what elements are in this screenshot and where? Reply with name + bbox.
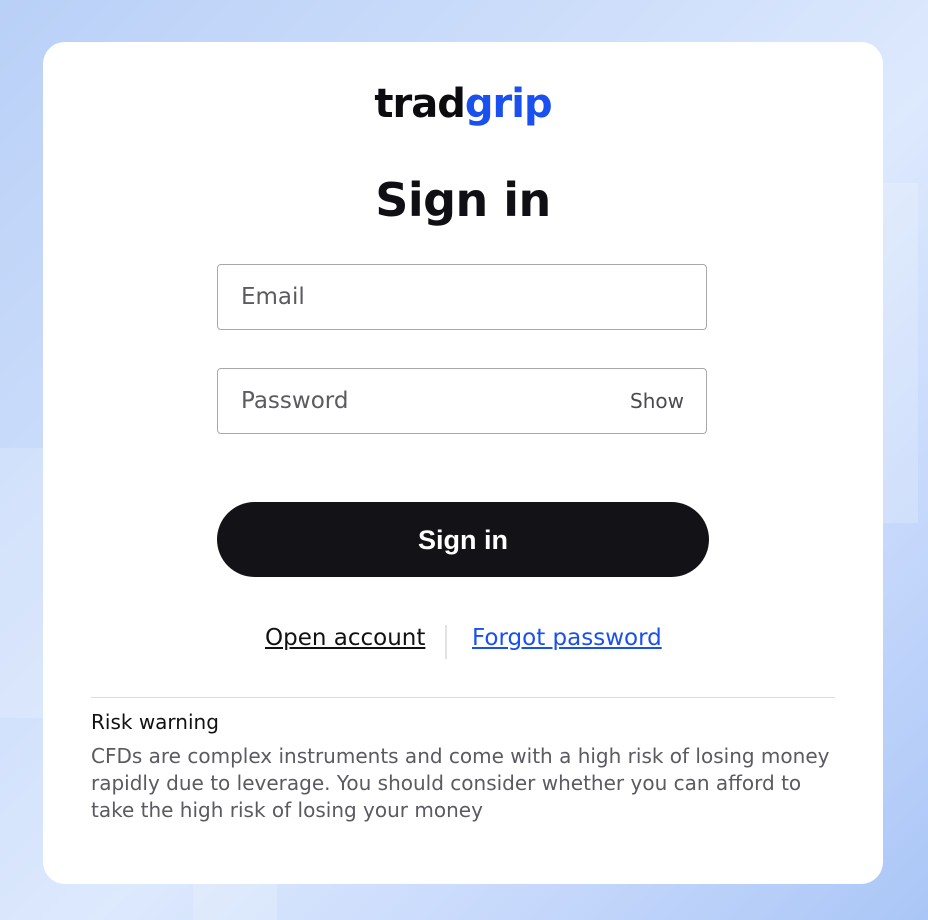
links-divider xyxy=(445,625,447,659)
email-input[interactable] xyxy=(241,265,601,329)
password-field[interactable]: Show xyxy=(217,368,707,434)
background-decoration xyxy=(193,884,277,920)
tradgrip-logo: tradgrip xyxy=(43,78,883,130)
forgot-password-link[interactable]: Forgot password xyxy=(472,625,662,651)
open-account-link[interactable]: Open account xyxy=(265,625,425,651)
show-password-button[interactable]: Show xyxy=(630,369,684,433)
background-decoration xyxy=(0,448,43,718)
email-field[interactable] xyxy=(217,264,707,330)
risk-warning-title: Risk warning xyxy=(91,710,219,734)
section-divider xyxy=(91,697,835,698)
account-links: Open account Forgot password xyxy=(43,625,883,661)
sign-in-button[interactable]: Sign in xyxy=(217,502,709,577)
background-decoration xyxy=(883,183,918,523)
sign-in-card: tradgrip Sign in Show Sign in Open accou… xyxy=(43,42,883,884)
risk-warning-text: CFDs are complex instruments and come wi… xyxy=(91,744,830,822)
password-input[interactable] xyxy=(241,369,601,433)
logo-text-trad: trad xyxy=(374,81,465,127)
logo-text-grip: grip xyxy=(464,81,553,127)
page-title: Sign in xyxy=(375,173,551,227)
